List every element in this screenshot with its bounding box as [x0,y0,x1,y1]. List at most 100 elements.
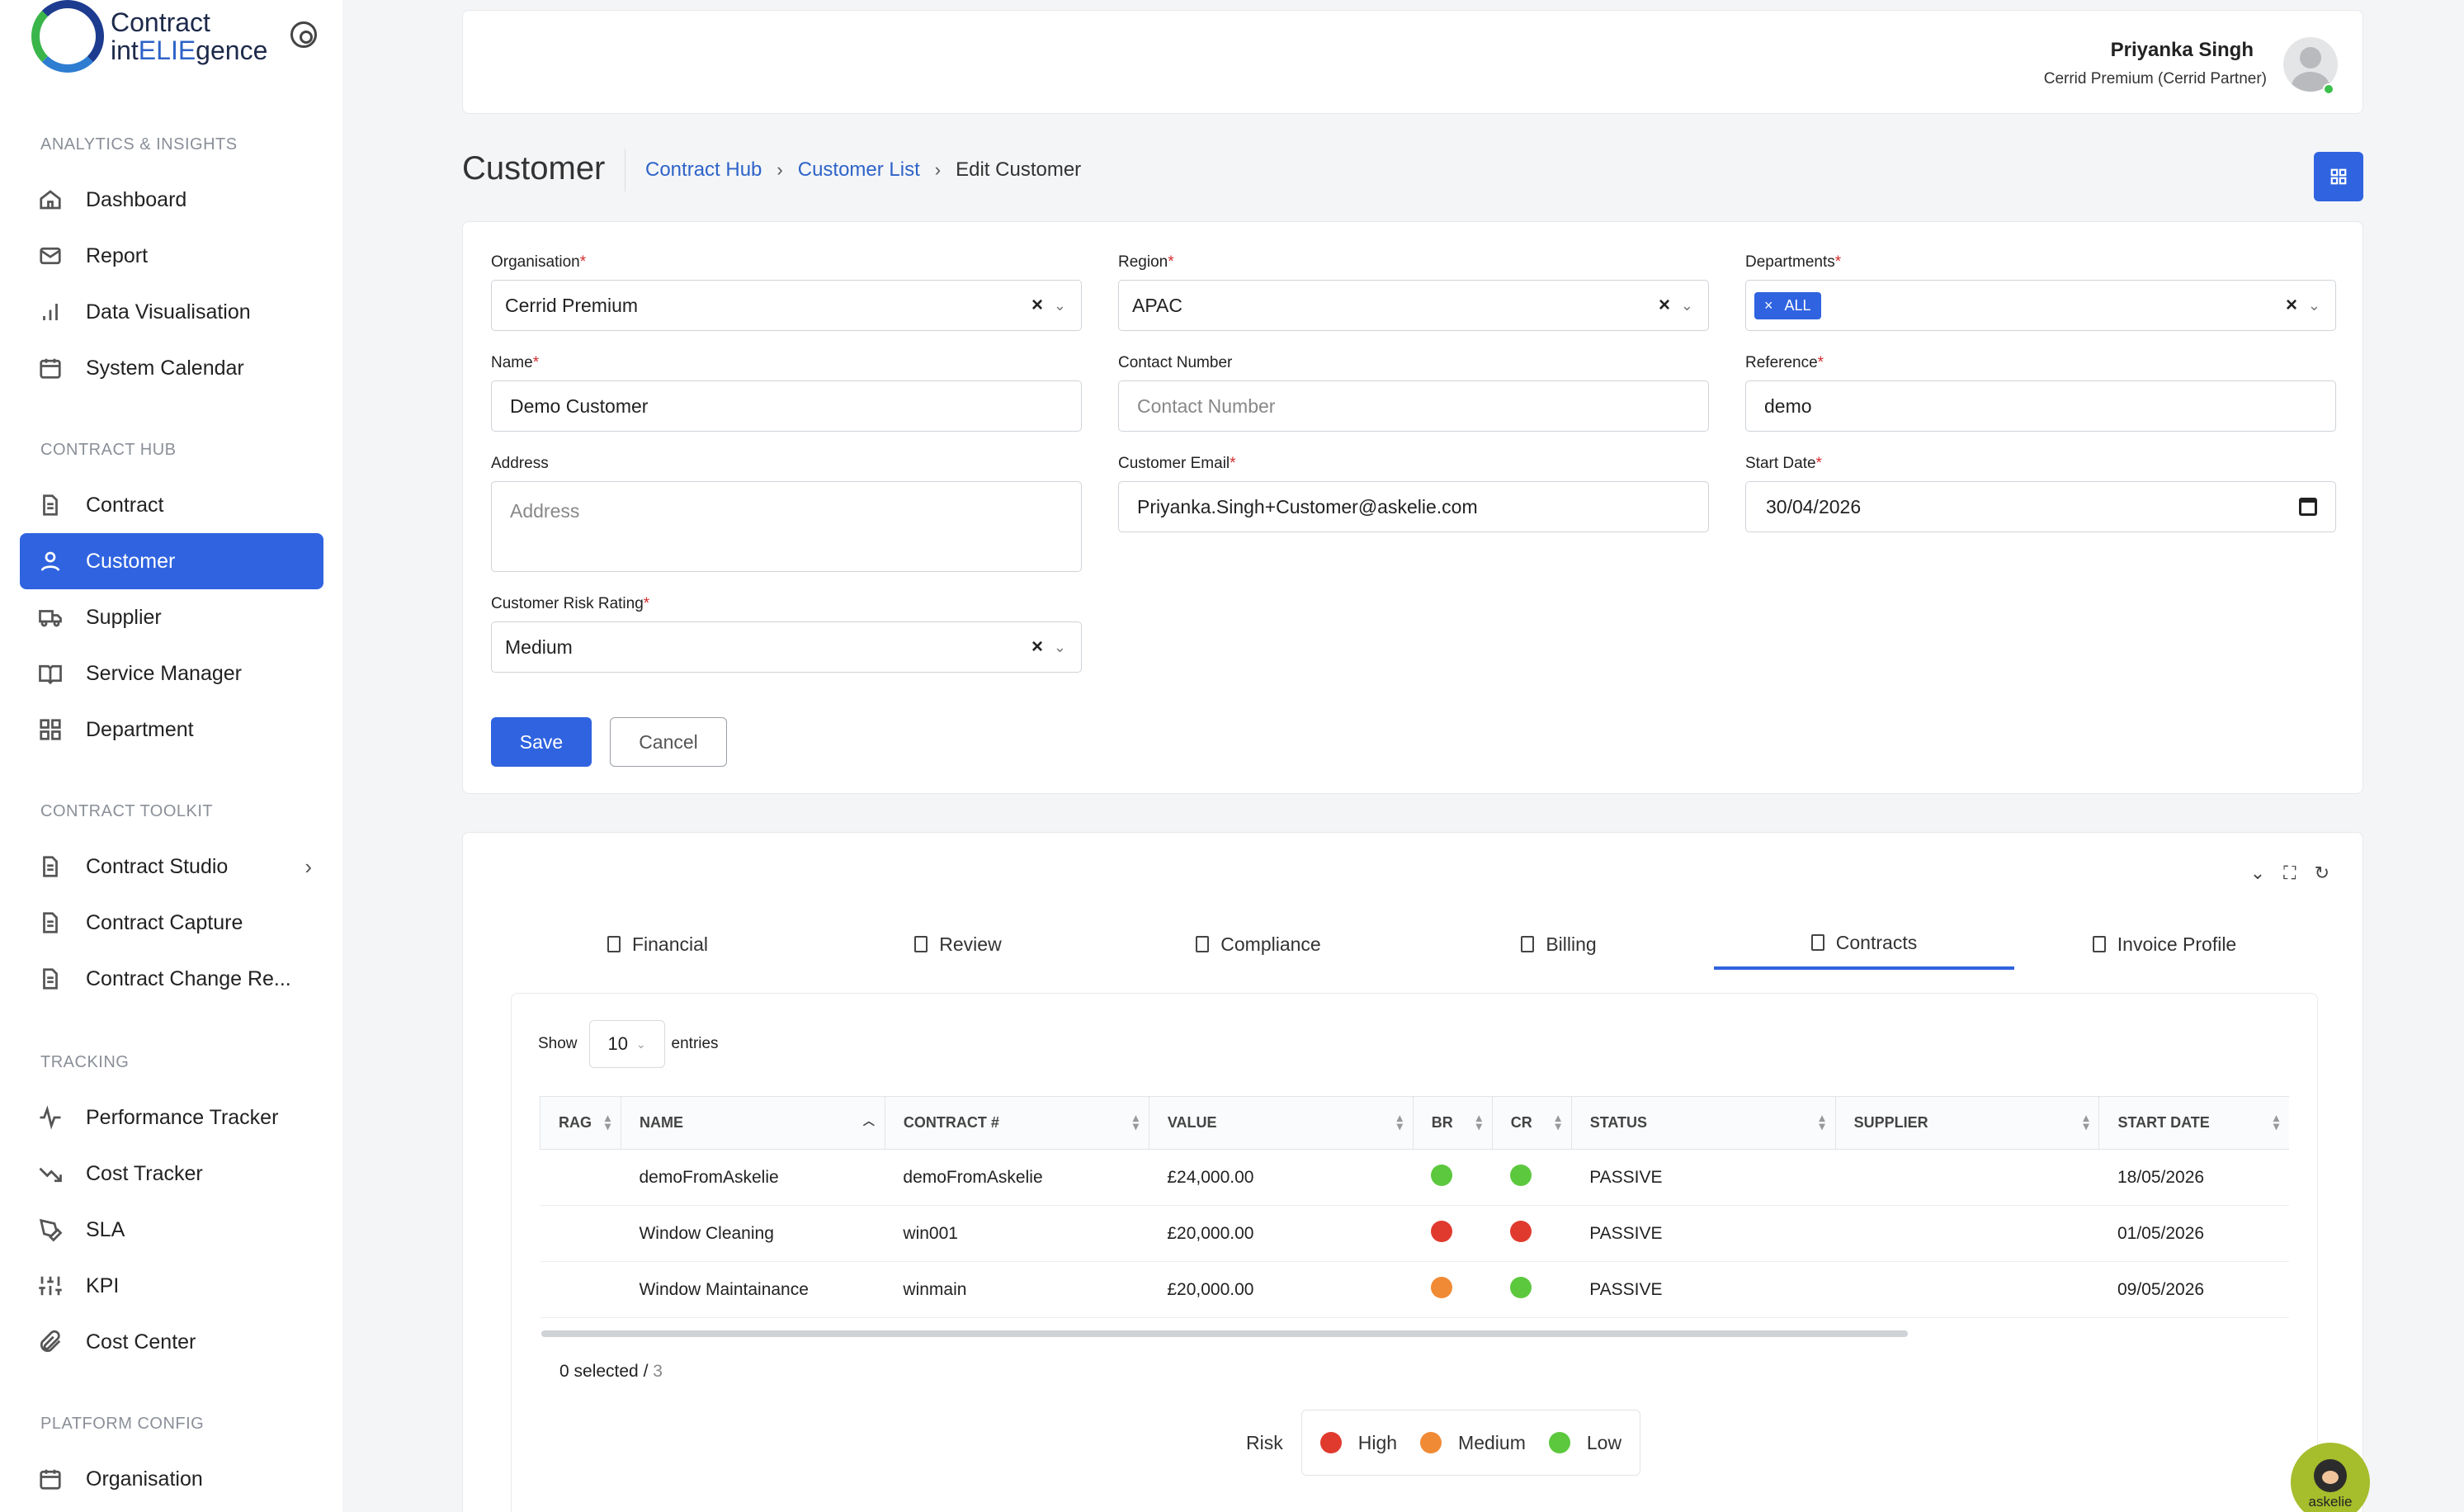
address-label: Address [491,455,549,472]
section-title-contract-toolkit: CONTRACT TOOLKIT [40,802,214,820]
chevron-down-icon[interactable]: ⌄ [1054,297,1066,314]
column-header-status[interactable]: STATUS ▴ ▾ [1570,1096,1836,1150]
trending-down-icon [38,1161,63,1186]
sidebar-item-report[interactable]: Report [20,228,323,284]
sidebar-item-customer[interactable]: Customer [20,533,323,589]
clear-icon[interactable]: × [1659,294,1670,317]
expand-icon[interactable]: ⛶ [2283,862,2296,884]
chevron-down-icon[interactable]: ⌄ [1681,297,1693,314]
clear-icon[interactable]: × [1031,636,1043,659]
sidebar-item-cost-tracker[interactable]: Cost Tracker [20,1146,323,1202]
table-row[interactable]: demoFromAskelie demoFromAskelie £24,000.… [540,1149,2289,1206]
collapse-icon[interactable]: ⌄ [2250,862,2265,884]
sidebar-item-contract[interactable]: Contract [20,477,323,533]
truck-icon [38,605,63,630]
sidebar-item-organisation[interactable]: Organisation [20,1451,323,1507]
br-cell [1413,1149,1493,1206]
risk-legend: Risk High Medium Low [1246,1410,1641,1476]
sidebar-item-system-calendar[interactable]: System Calendar [20,340,323,396]
settings-icon[interactable] [290,21,317,48]
reference-input[interactable]: demo [1745,380,2336,432]
tab-invoice-profile[interactable]: Invoice Profile [2014,919,2315,970]
tab-review[interactable]: Review [808,919,1108,970]
calendar-icon[interactable] [2299,498,2317,516]
breadcrumb-current: Edit Customer [956,158,1082,181]
horizontal-scrollbar[interactable] [541,1330,1908,1337]
sidebar-item-cost-center[interactable]: Cost Center [20,1314,323,1370]
sort-icon: ▴ ▾ [1396,1111,1403,1132]
organisation-select[interactable]: Cerrid Premium × ⌄ [491,280,1082,331]
user-icon [38,549,63,574]
grid-view-button[interactable] [2314,152,2363,201]
address-textarea[interactable]: Address [491,481,1082,572]
column-header-value[interactable]: VALUE ▴ ▾ [1148,1096,1414,1150]
name-cell: Window Cleaning [621,1205,885,1262]
chevron-right-icon: › [934,159,942,180]
sidebar-item-supplier[interactable]: Supplier [20,589,323,645]
refresh-icon[interactable]: ↻ [2315,862,2329,884]
column-header-contract[interactable]: CONTRACT # ▴ ▾ [884,1096,1149,1150]
table-row[interactable]: Window Cleaning win001 £20,000.00 PASSIV… [540,1205,2289,1262]
status-cell: PASSIVE [1571,1261,1836,1318]
departments-select[interactable]: × ALL × ⌄ [1745,280,2336,331]
sidebar-item-dashboard[interactable]: Dashboard [20,172,323,228]
sort-icon: ▴ ▾ [1819,1111,1825,1132]
layers-icon [1521,936,1535,952]
chevron-down-icon[interactable]: ⌄ [2308,297,2320,314]
column-header-supplier[interactable]: SUPPLIER ▴ ▾ [1834,1096,2099,1150]
sidebar-item-kpi[interactable]: KPI [20,1258,323,1314]
tab-contracts[interactable]: Contracts [1714,919,2014,970]
sidebar-item-service-manager[interactable]: Service Manager [20,645,323,702]
breadcrumb-customer-list[interactable]: Customer List [798,158,920,182]
column-header-cr[interactable]: CR ▴ ▾ [1491,1096,1572,1150]
customer-email-input[interactable]: Priyanka.Singh+Customer@askelie.com [1118,481,1709,532]
cancel-button[interactable]: Cancel [610,717,727,767]
bar-chart-icon [38,300,63,324]
sliders-icon [38,1273,63,1298]
risk-rating-label: Customer Risk Rating* [491,595,650,612]
region-select[interactable]: APAC × ⌄ [1118,280,1709,331]
tab-billing[interactable]: Billing [1409,919,1709,970]
breadcrumb-contract-hub[interactable]: Contract Hub [645,158,762,182]
chevron-down-icon[interactable]: ⌄ [1054,639,1066,656]
save-button[interactable]: Save [491,717,592,767]
sidebar-item-performance-tracker[interactable]: Performance Tracker [20,1089,323,1146]
sidebar-item-contract-studio[interactable]: Contract Studio › [20,839,323,895]
table-row[interactable]: Window Maintainance winmain £20,000.00 P… [540,1261,2289,1318]
top-bar: Priyanka Singh Cerrid Premium (Cerrid Pa… [462,10,2363,114]
tab-compliance[interactable]: Compliance [1108,919,1409,970]
medium-risk-dot [1420,1432,1442,1453]
customer-email-label: Customer Email* [1118,455,1236,472]
remove-tag-icon[interactable]: × [1764,297,1773,314]
logo-mark-icon [31,0,104,73]
column-header-br[interactable]: BR ▴ ▾ [1412,1096,1493,1150]
chevron-right-icon[interactable]: › [304,854,312,880]
column-header-rag[interactable]: RAG ▴ ▾ [540,1096,621,1150]
name-input[interactable]: Demo Customer [491,380,1082,432]
tab-financial[interactable]: Financial [507,919,808,970]
sidebar-item-data-visualisation[interactable]: Data Visualisation [20,284,323,340]
department-tag[interactable]: × ALL [1754,291,1821,319]
column-header-start-date[interactable]: START DATE ▴ ▾ [2098,1096,2289,1150]
risk-rating-select[interactable]: Medium × ⌄ [491,621,1082,673]
section-title-tracking: TRACKING [40,1053,130,1071]
layers-icon [1196,936,1210,952]
legend-box: High Medium Low [1300,1410,1641,1476]
sort-icon: ▴ ▾ [2083,1111,2089,1132]
sidebar-item-contract-capture[interactable]: Contract Capture [20,895,323,951]
contract-cell: winmain [885,1261,1149,1318]
clear-icon[interactable]: × [2286,294,2297,317]
grid-icon [38,717,63,742]
assistant-avatar-icon [2314,1459,2347,1492]
entries-select[interactable]: 10 ⌄ [588,1020,665,1068]
contact-number-input[interactable]: Contact Number [1118,380,1709,432]
app-logo[interactable]: Contract intELIEgence [31,0,267,73]
column-header-name[interactable]: NAME ︿ [620,1096,885,1150]
supplier-cell [1835,1205,2099,1262]
sidebar-item-sla[interactable]: SLA [20,1202,323,1258]
sidebar-item-contract-change-request[interactable]: Contract Change Re... [20,951,323,1007]
rag-cell [540,1261,621,1318]
sidebar-item-department[interactable]: Department [20,702,323,758]
start-date-input[interactable]: 30/04/2026 [1745,481,2336,532]
clear-icon[interactable]: × [1031,294,1043,317]
